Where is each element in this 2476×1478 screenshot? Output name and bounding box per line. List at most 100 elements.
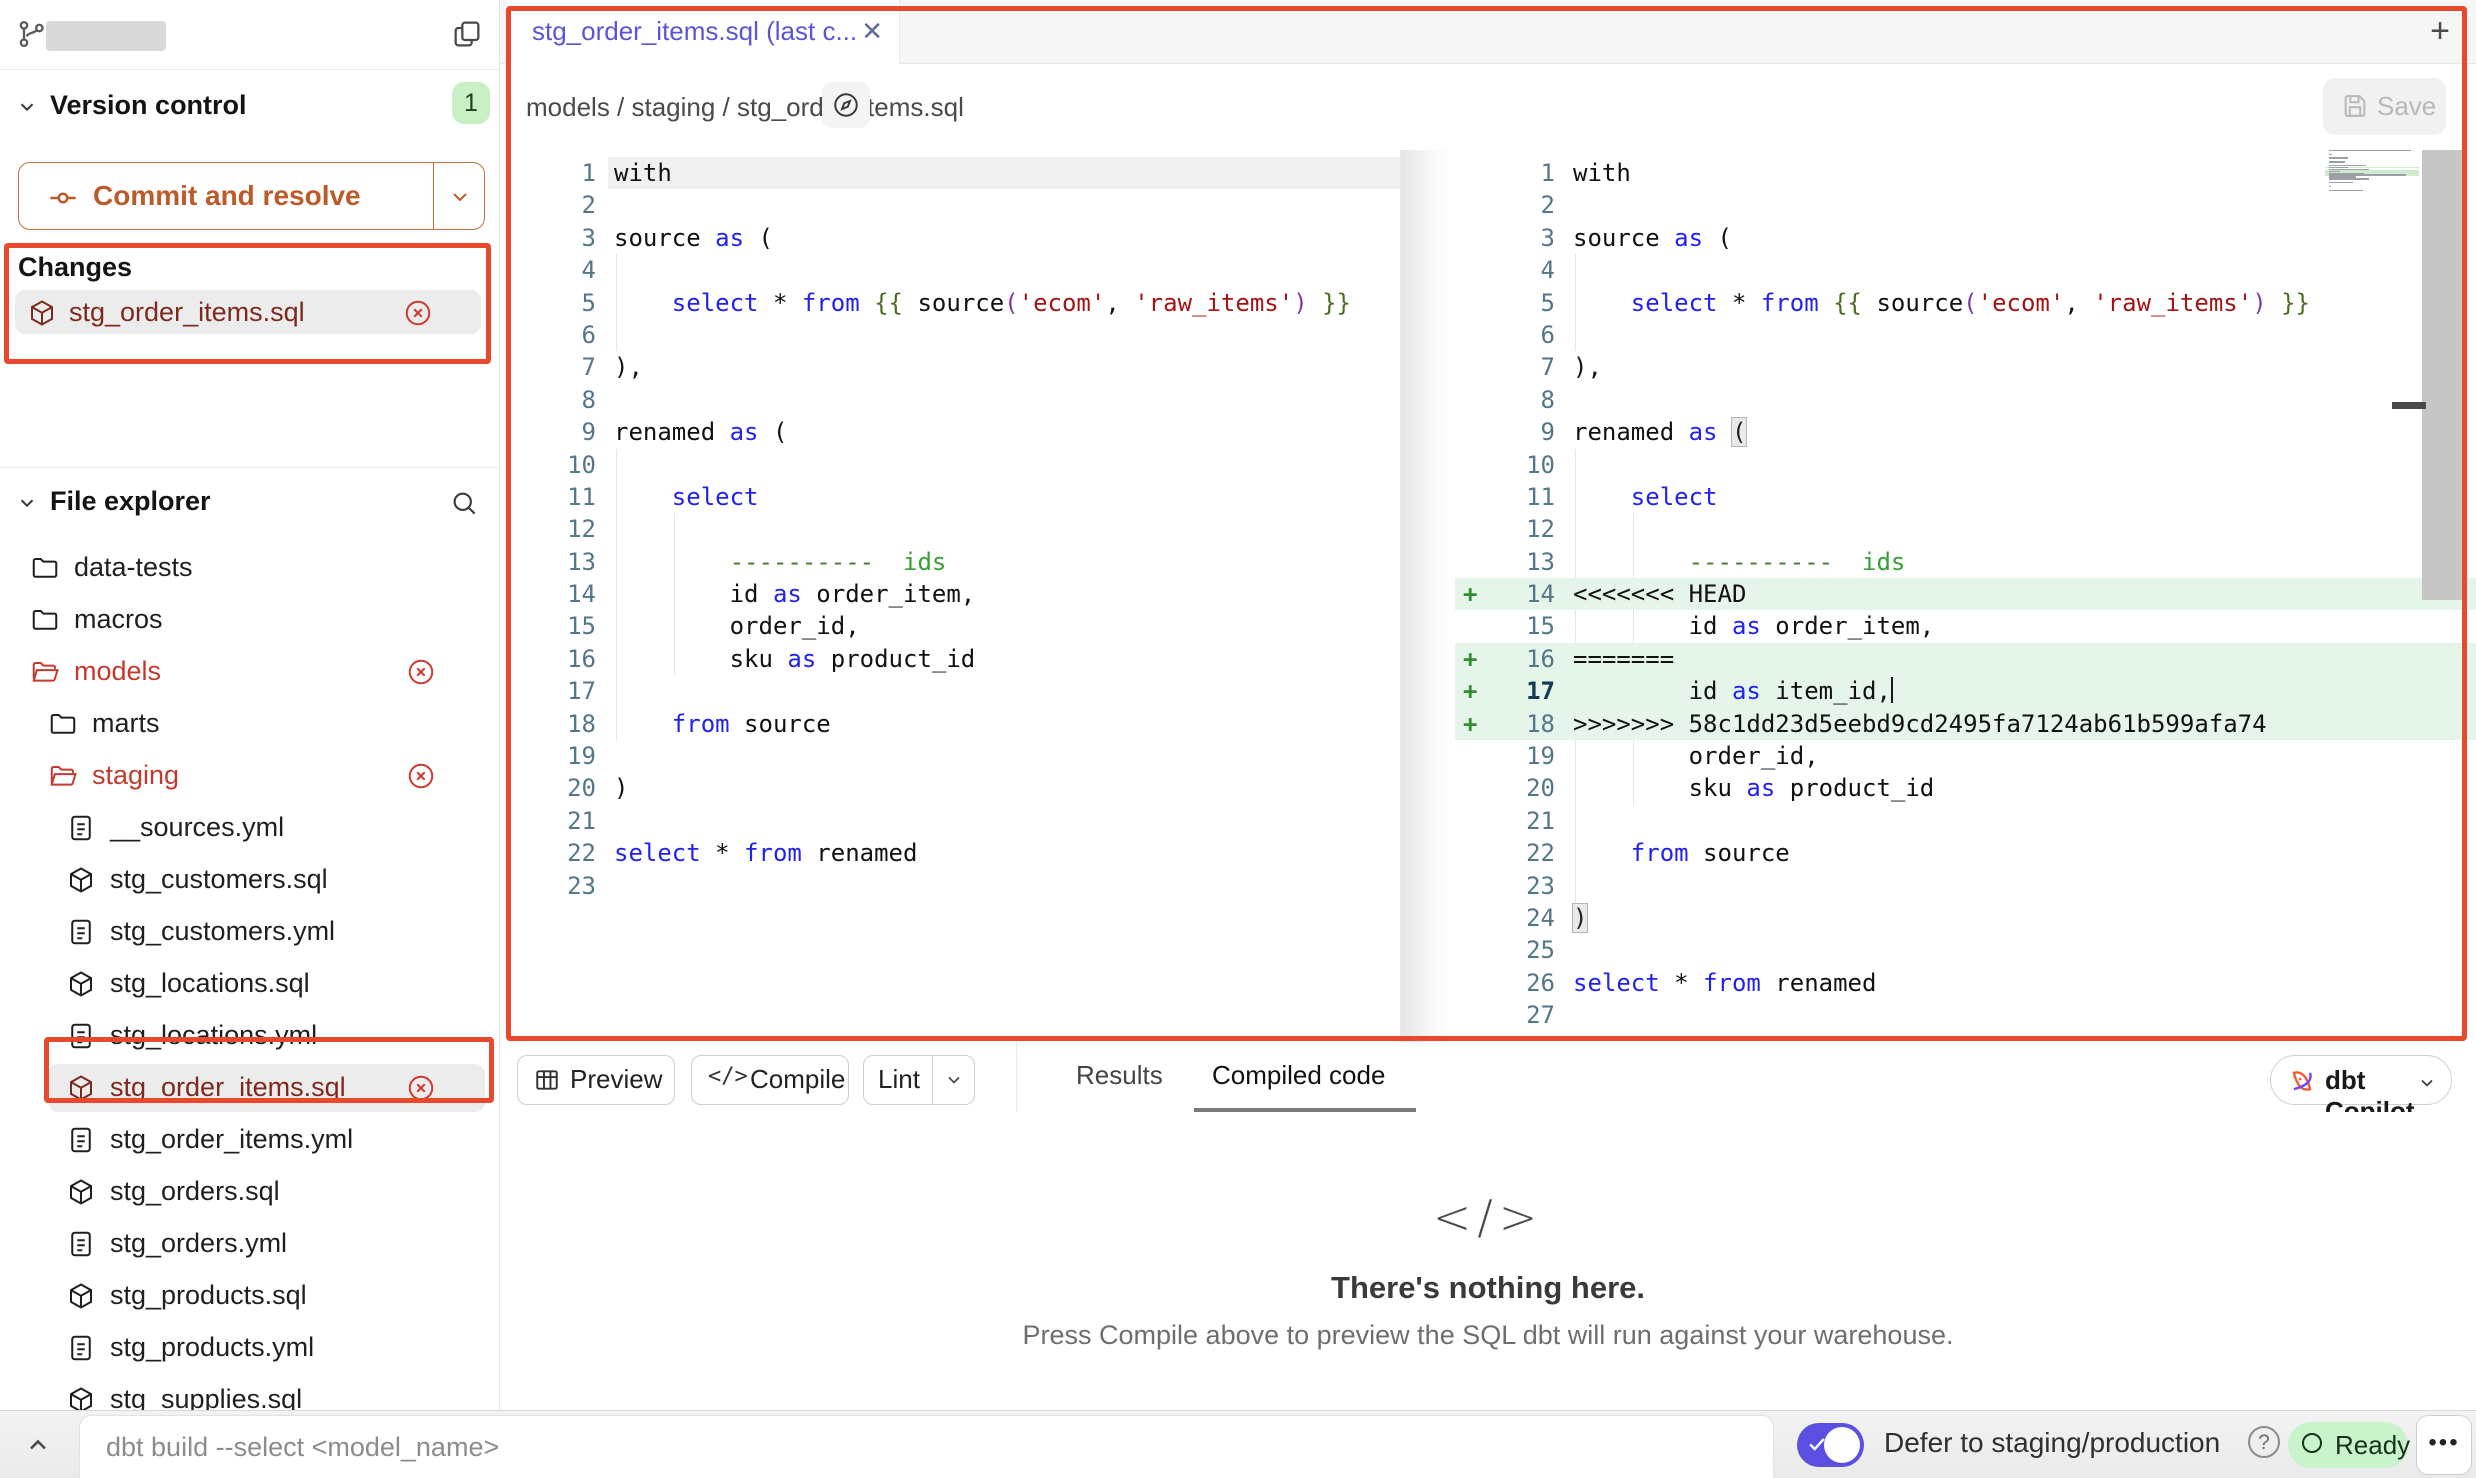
code-line-6[interactable]: 6 [508, 319, 1400, 351]
command-input[interactable]: dbt build --select <model_name> [79, 1415, 1774, 1478]
tree-item-stg_products.yml[interactable]: stg_products.yml [0, 1322, 499, 1374]
code-line-16[interactable]: +16======= [1455, 643, 2476, 675]
code-line-14[interactable]: 14 id as order_item, [508, 578, 1400, 610]
search-icon[interactable] [449, 488, 479, 518]
code-line-12[interactable]: 12 [1455, 513, 2476, 545]
discard-change-icon[interactable] [403, 298, 433, 328]
code-line-13[interactable]: 13 ---------- ids [508, 546, 1400, 578]
tree-item-stg_locations.yml[interactable]: stg_locations.yml [0, 1010, 499, 1062]
tab-compiled-code[interactable]: Compiled code [1212, 1060, 1385, 1091]
tree-item-stg_customers.sql[interactable]: stg_customers.sql [0, 854, 499, 906]
changed-x-circle-icon[interactable] [406, 657, 436, 687]
commit-dropdown-button[interactable] [433, 163, 486, 229]
code-line-7[interactable]: 7), [1455, 351, 2476, 383]
close-icon[interactable]: ✕ [861, 16, 883, 47]
code-line-23[interactable]: 23 [1455, 870, 2476, 902]
code-line-8[interactable]: 8 [508, 384, 1400, 416]
code-line-11[interactable]: 11 select [508, 481, 1400, 513]
scrollbar-thumb[interactable] [2392, 402, 2426, 409]
code-line-10[interactable]: 10 [1455, 449, 2476, 481]
code-line-8[interactable]: 8 [1455, 384, 2476, 416]
code-line-20[interactable]: 20) [508, 772, 1400, 804]
code-line-19[interactable]: 19 [508, 740, 1400, 772]
code-line-3[interactable]: 3source as ( [1455, 222, 2476, 254]
new-tab-button[interactable]: + [2430, 12, 2450, 51]
tree-item-stg_order_items.yml[interactable]: stg_order_items.yml [0, 1114, 499, 1166]
lineage-compass-icon[interactable] [822, 82, 870, 128]
code-line-14[interactable]: +14<<<<<<< HEAD [1455, 578, 2476, 610]
lint-split-button[interactable]: Lint [863, 1055, 975, 1105]
tab-results[interactable]: Results [1076, 1060, 1163, 1091]
compile-button[interactable]: </> Compile [691, 1055, 849, 1105]
code-line-20[interactable]: 20 sku as product_id [1455, 772, 2476, 804]
tree-item-stg_orders.yml[interactable]: stg_orders.yml [0, 1218, 499, 1270]
commit-main[interactable]: Commit and resolve [19, 163, 433, 229]
changed-file-row[interactable]: stg_order_items.sql [15, 290, 481, 334]
help-icon[interactable]: ? [2248, 1426, 2280, 1458]
tree-item-marts[interactable]: marts [0, 698, 499, 750]
code-line-9[interactable]: 9renamed as ( [1455, 416, 2476, 448]
chevron-up-icon[interactable] [24, 1431, 52, 1459]
code-line-3[interactable]: 3source as ( [508, 222, 1400, 254]
tree-item-stg_order_items.sql[interactable]: stg_order_items.sql [0, 1062, 499, 1114]
preview-button[interactable]: Preview [517, 1055, 675, 1105]
chevron-down-icon[interactable] [944, 1070, 964, 1090]
version-control-header[interactable]: Version control 1 [0, 82, 499, 130]
code-line-5[interactable]: 5 select * from {{ source('ecom', 'raw_i… [1455, 287, 2476, 319]
code-line-21[interactable]: 21 [1455, 805, 2476, 837]
code-line-23[interactable]: 23 [508, 870, 1400, 902]
editor-pane-modified[interactable]: 1with23source as (45 select * from {{ so… [1455, 150, 2476, 1042]
defer-toggle[interactable] [1797, 1423, 1864, 1467]
code-line-15[interactable]: 15 id as order_item, [1455, 610, 2476, 642]
code-line-4[interactable]: 4 [508, 254, 1400, 286]
code-line-9[interactable]: 9renamed as ( [508, 416, 1400, 448]
tab-stg-order-items[interactable]: stg_order_items.sql (last c... ✕ [508, 0, 900, 64]
minimap[interactable] [2325, 150, 2419, 193]
tree-item-macros[interactable]: macros [0, 594, 499, 646]
code-line-2[interactable]: 2 [1455, 189, 2476, 221]
ready-status-badge[interactable]: Ready [2288, 1422, 2408, 1468]
code-line-18[interactable]: 18 from source [508, 708, 1400, 740]
changed-x-circle-icon[interactable] [406, 761, 436, 791]
editor-pane-original[interactable]: 1with23source as (45 select * from {{ so… [508, 150, 1400, 1042]
code-line-26[interactable]: 26select * from renamed [1455, 967, 2476, 999]
tree-item-__sources.yml[interactable]: __sources.yml [0, 802, 499, 854]
code-line-7[interactable]: 7), [508, 351, 1400, 383]
editor-scrollbar[interactable] [2422, 150, 2465, 600]
code-line-12[interactable]: 12 [508, 513, 1400, 545]
tree-item-stg_products.sql[interactable]: stg_products.sql [0, 1270, 499, 1322]
code-line-5[interactable]: 5 select * from {{ source('ecom', 'raw_i… [508, 287, 1400, 319]
code-line-15[interactable]: 15 order_id, [508, 610, 1400, 642]
tree-item-stg_locations.sql[interactable]: stg_locations.sql [0, 958, 499, 1010]
code-line-19[interactable]: 19 order_id, [1455, 740, 2476, 772]
code-line-4[interactable]: 4 [1455, 254, 2476, 286]
code-line-18[interactable]: +18>>>>>>> 58c1dd23d5eebd9cd2495fa7124ab… [1455, 708, 2476, 740]
code-line-17[interactable]: +17 id as item_id, [1455, 675, 2476, 707]
code-line-11[interactable]: 11 select [1455, 481, 2476, 513]
code-line-6[interactable]: 6 [1455, 319, 2476, 351]
code-line-17[interactable]: 17 [508, 675, 1400, 707]
git-branch-icon[interactable] [16, 18, 48, 50]
code-line-1[interactable]: 1with [508, 157, 1400, 189]
tree-item-staging[interactable]: staging [0, 750, 499, 802]
code-line-13[interactable]: 13 ---------- ids [1455, 546, 2476, 578]
tree-item-models[interactable]: models [0, 646, 499, 698]
save-button[interactable]: Save [2323, 78, 2446, 135]
code-line-25[interactable]: 25 [1455, 934, 2476, 966]
changed-x-circle-icon[interactable] [406, 1073, 436, 1103]
pane-divider[interactable] [1400, 150, 1455, 1042]
tree-item-data-tests[interactable]: data-tests [0, 542, 499, 594]
dbt-copilot-button[interactable]: dbt Copilot [2270, 1055, 2452, 1105]
code-line-22[interactable]: 22 from source [1455, 837, 2476, 869]
code-line-24[interactable]: 24) [1455, 902, 2476, 934]
tree-item-stg_orders.sql[interactable]: stg_orders.sql [0, 1166, 499, 1218]
tree-item-stg_customers.yml[interactable]: stg_customers.yml [0, 906, 499, 958]
code-line-16[interactable]: 16 sku as product_id [508, 643, 1400, 675]
copy-icon[interactable] [451, 18, 483, 50]
code-line-2[interactable]: 2 [508, 189, 1400, 221]
code-line-21[interactable]: 21 [508, 805, 1400, 837]
commit-and-resolve-button[interactable]: Commit and resolve [18, 162, 485, 230]
code-line-10[interactable]: 10 [508, 449, 1400, 481]
code-line-22[interactable]: 22select * from renamed [508, 837, 1400, 869]
code-line-27[interactable]: 27 [1455, 999, 2476, 1031]
